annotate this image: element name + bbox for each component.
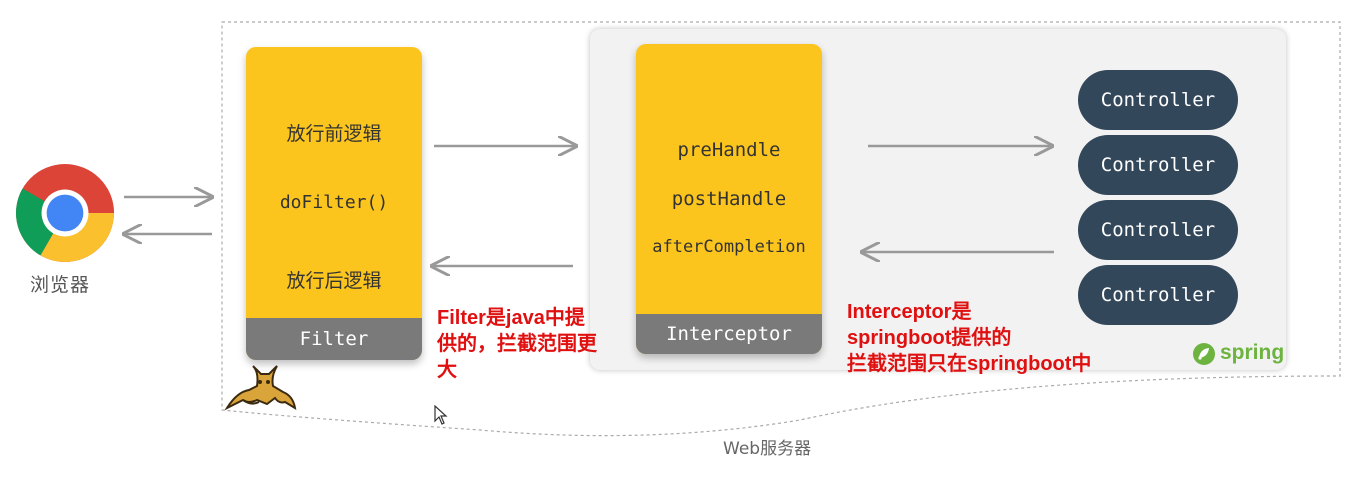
interceptor-card: preHandle postHandle afterCompletion Int… [636,44,822,354]
interceptor-label: Interceptor [636,314,822,354]
filter-card: 放行前逻辑 doFilter() 放行后逻辑 Filter [246,47,422,360]
controller-box: Controller [1078,135,1238,195]
browser-label: 浏览器 [30,274,91,296]
interceptor-prehandle: preHandle [677,139,781,161]
filter-note: Filter是java中提供的，拦截范围更大 [437,307,597,381]
filter-dofilter: doFilter() [279,192,389,213]
mouse-cursor-icon [434,405,448,425]
filter-label: Filter [246,318,422,360]
chrome-icon [16,164,114,262]
controller-box: Controller [1078,200,1238,260]
interceptor-note: Interceptor是 springboot提供的 拦截范围只在springb… [847,299,1147,377]
interceptor-aftercompletion: afterCompletion [652,237,806,257]
interceptor-note-line: 拦截范围只在springboot中 [847,353,1092,375]
spring-leaf-icon [1193,343,1215,365]
web-server-label: Web服务器 [723,439,812,459]
filter-after-logic: 放行后逻辑 [286,270,382,292]
tomcat-icon [224,365,297,411]
controller-box: Controller [1078,70,1238,130]
filter-before-logic: 放行前逻辑 [286,123,382,145]
spring-logo-text: spring [1220,341,1285,364]
interceptor-note-line: springboot提供的 [847,327,1012,349]
interceptor-note-line: Interceptor是 [847,301,972,323]
interceptor-posthandle: postHandle [671,188,787,210]
